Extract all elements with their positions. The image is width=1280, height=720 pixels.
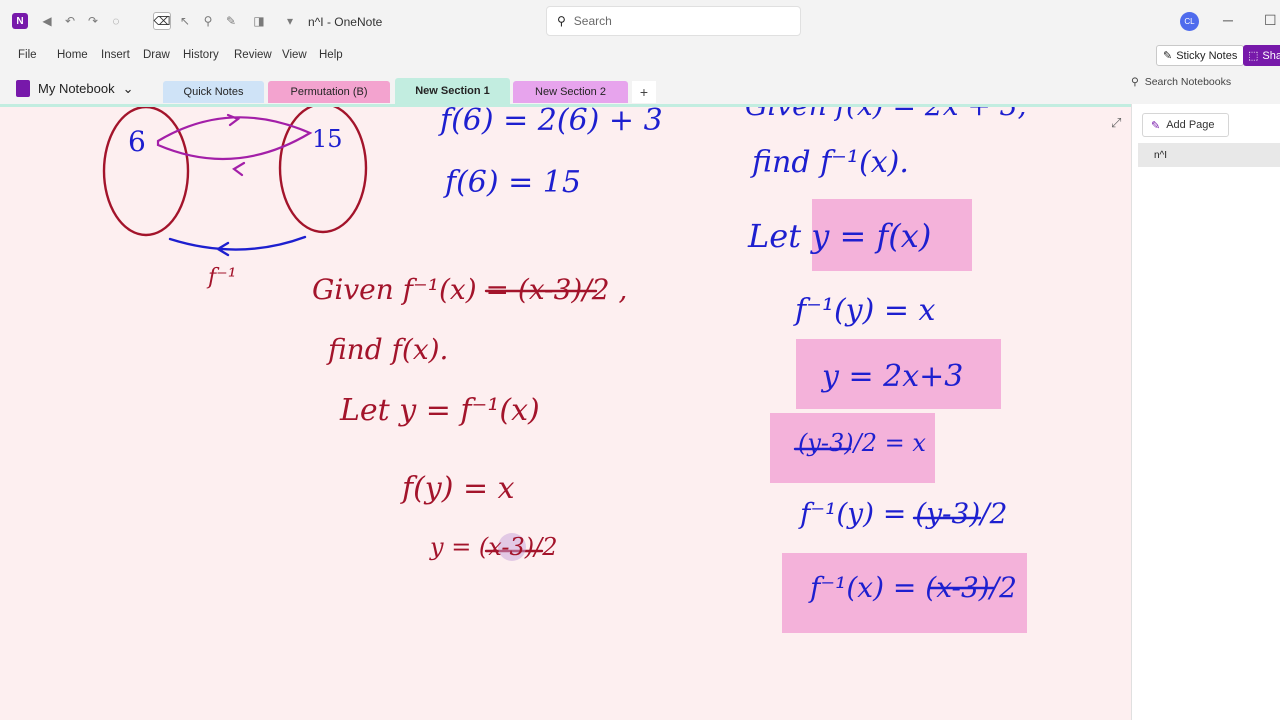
menu-insert[interactable]: Insert — [101, 49, 130, 61]
search-placeholder: Search — [573, 14, 612, 28]
notebook-name: My Notebook — [38, 81, 115, 96]
tab-permutation-b[interactable]: Permutation (B) — [268, 81, 390, 103]
ink-line: Given f(x) = 2x + 3, — [745, 104, 1027, 122]
tab-label: Quick Notes — [183, 86, 244, 98]
sticky-note-icon: ✎ — [1163, 50, 1173, 62]
avatar[interactable]: CL — [1180, 12, 1199, 31]
ink-line: f(y) = x — [402, 471, 515, 506]
ink-line: y = 2x+3 — [822, 359, 964, 394]
page-canvas[interactable]: 6 15 f⁻¹ f(6) = 2(6) + 3 f(6) = 15 Given… — [0, 104, 1131, 720]
menu-history[interactable]: History — [183, 49, 219, 61]
share-icon: ⬚ — [1248, 50, 1259, 62]
zoom-icon[interactable]: ⚲ — [199, 12, 217, 30]
menu-draw[interactable]: Draw — [143, 49, 170, 61]
redo-icon[interactable]: ↷ — [84, 12, 102, 30]
ink-line: f⁻¹(x) = (x-3)/2 — [810, 571, 1017, 604]
tab-new-section-2[interactable]: New Section 2 — [513, 81, 628, 103]
lasso-icon[interactable]: ◌ — [107, 12, 125, 30]
ink-line: (y-3)/2 = x — [798, 429, 926, 457]
customize-icon[interactable]: ▾ — [281, 12, 299, 30]
onenote-logo-icon: N — [12, 13, 28, 29]
ink-line: f(6) = 2(6) + 3 — [440, 104, 663, 138]
notebook-icon — [16, 80, 30, 97]
node-fifteen: 15 — [312, 125, 343, 153]
select-icon[interactable]: ↖ — [176, 12, 194, 30]
search-icon: ⚲ — [1131, 76, 1139, 88]
tab-new-section-1[interactable]: New Section 1 — [395, 78, 510, 104]
tab-quick-notes[interactable]: Quick Notes — [163, 81, 264, 103]
ink-line: f(6) = 15 — [445, 165, 581, 200]
menu-view[interactable]: View — [282, 49, 307, 61]
shapes-icon[interactable]: ◨ — [250, 12, 268, 30]
menu-bar: File Home Insert Draw History Review Vie… — [0, 42, 1280, 70]
undo-icon[interactable]: ↶ — [61, 12, 79, 30]
menu-review[interactable]: Review — [234, 49, 272, 61]
back-icon[interactable]: ◀ — [38, 12, 56, 30]
menu-file[interactable]: File — [18, 49, 37, 61]
add-page-button[interactable]: ✎ Add Page — [1142, 113, 1229, 137]
notebook-bar: My Notebook ⌄ Quick Notes Permutation (B… — [0, 72, 1280, 104]
ink-line: find f⁻¹(x). — [752, 145, 909, 180]
menu-home[interactable]: Home — [57, 49, 88, 61]
ink-line: f⁻¹(y) = x — [795, 293, 936, 328]
tab-label: New Section 2 — [535, 86, 606, 98]
ink-line: Let y = f(x) — [748, 217, 932, 255]
pen-icon[interactable]: ✎ — [222, 12, 240, 30]
add-page-label: Add Page — [1166, 119, 1215, 131]
ink-line: find f(x). — [328, 333, 449, 366]
tab-label: New Section 1 — [415, 85, 490, 97]
chevron-down-icon: ⌄ — [122, 80, 134, 96]
ink-line: Given f⁻¹(x) = (x-3)/2 , — [312, 273, 628, 306]
search-icon: ⚲ — [557, 14, 566, 28]
add-section-button[interactable]: + — [632, 81, 656, 103]
add-page-icon: ✎ — [1151, 119, 1161, 132]
window-title: n^I - OneNote — [308, 15, 383, 29]
ink-line: Let y = f⁻¹(x) — [340, 393, 540, 428]
node-six: 6 — [128, 125, 146, 158]
sticky-notes-button[interactable]: ✎ Sticky Notes — [1156, 45, 1245, 66]
search-box[interactable]: ⚲ Search — [546, 6, 801, 36]
sticky-notes-label: Sticky Notes — [1176, 49, 1238, 62]
inverse-label: f⁻¹ — [208, 265, 237, 290]
search-notebooks[interactable]: ⚲ Search Notebooks — [1131, 76, 1231, 88]
page-list-pane: ✎ Add Page n^I — [1131, 104, 1280, 720]
ink-line: y = (x-3)/2 — [430, 533, 558, 561]
menu-help[interactable]: Help — [319, 49, 343, 61]
ink-text-layer: 6 15 f⁻¹ f(6) = 2(6) + 3 f(6) = 15 Given… — [0, 104, 1131, 720]
minimize-icon[interactable]: ─ — [1223, 12, 1233, 28]
search-notebooks-placeholder: Search Notebooks — [1144, 76, 1232, 88]
share-label: Share — [1262, 49, 1280, 62]
expand-icon[interactable]: ⤢ — [1111, 115, 1121, 131]
eraser-icon[interactable]: ⌫ — [153, 12, 171, 30]
ink-line: f⁻¹(y) = (y-3)/2 — [800, 497, 1008, 530]
tab-label: Permutation (B) — [290, 86, 368, 98]
page-item[interactable]: n^I — [1138, 143, 1280, 167]
maximize-icon[interactable]: ☐ — [1264, 12, 1277, 29]
share-button[interactable]: ⬚ Share — [1243, 45, 1280, 66]
title-bar: N ◀ ↶ ↷ ◌ ⌫ ↖ ⚲ ✎ ◨ ▾ n^I - OneNote ⚲ Se… — [0, 0, 1280, 42]
notebook-selector[interactable]: My Notebook ⌄ — [16, 80, 134, 97]
